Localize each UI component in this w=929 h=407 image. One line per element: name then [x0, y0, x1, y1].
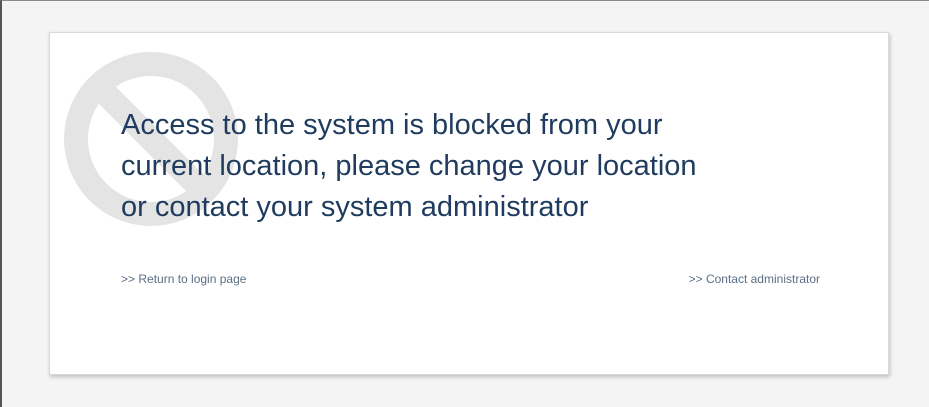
- page-viewport: Access to the system is blocked from you…: [0, 0, 929, 407]
- message-line-1: Access to the system is blocked from you…: [121, 109, 663, 141]
- message-line-2: current location, please change your loc…: [121, 150, 697, 182]
- contact-administrator-link[interactable]: >> Contact administrator: [689, 272, 820, 286]
- return-to-login-link[interactable]: >> Return to login page: [121, 272, 246, 286]
- message-line-3: or contact your system administrator: [121, 191, 589, 223]
- access-blocked-panel: Access to the system is blocked from you…: [49, 32, 889, 375]
- access-blocked-message: Access to the system is blocked from you…: [121, 105, 841, 228]
